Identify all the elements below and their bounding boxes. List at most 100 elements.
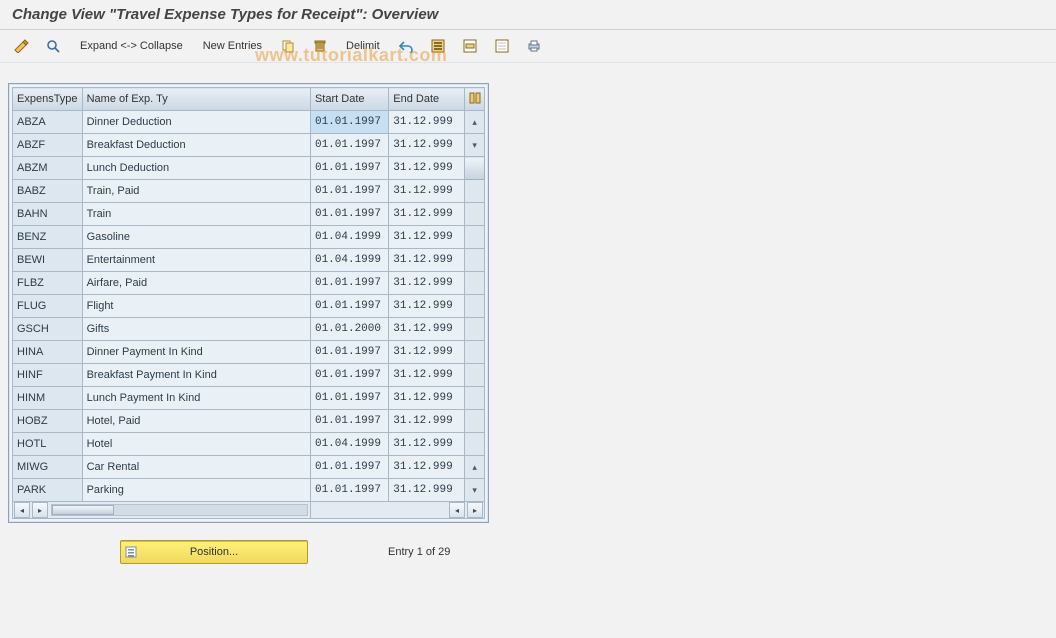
- table-row[interactable]: GSCHGifts01.01.200031.12.999: [13, 318, 485, 341]
- cell-expense-type[interactable]: HINF: [13, 364, 83, 387]
- col-header-start-date[interactable]: Start Date: [310, 88, 388, 111]
- cell-expense-type[interactable]: PARK: [13, 479, 83, 502]
- vscroll-track[interactable]: [465, 433, 485, 456]
- vscroll-track[interactable]: [465, 295, 485, 318]
- cell-start-date[interactable]: 01.01.1997: [310, 295, 388, 318]
- cell-name[interactable]: Dinner Payment In Kind: [82, 341, 310, 364]
- cell-start-date[interactable]: 01.01.1997: [310, 456, 388, 479]
- hscroll-left-btn-2[interactable]: ◂: [449, 502, 465, 518]
- vscroll-track[interactable]: [465, 387, 485, 410]
- cell-expense-type[interactable]: HINA: [13, 341, 83, 364]
- col-header-end-date[interactable]: End Date: [389, 88, 465, 111]
- cell-expense-type[interactable]: GSCH: [13, 318, 83, 341]
- vscroll-track[interactable]: [465, 341, 485, 364]
- table-row[interactable]: HOTLHotel01.04.199931.12.999: [13, 433, 485, 456]
- vscroll-track[interactable]: [465, 364, 485, 387]
- vscroll-thumb[interactable]: [465, 157, 485, 180]
- cell-expense-type[interactable]: FLBZ: [13, 272, 83, 295]
- table-row[interactable]: MIWGCar Rental01.01.199731.12.999▴: [13, 456, 485, 479]
- cell-start-date[interactable]: 01.04.1999: [310, 226, 388, 249]
- vscroll-track[interactable]: [465, 226, 485, 249]
- hscroll-track-left[interactable]: [51, 504, 308, 516]
- hscroll-right-btn[interactable]: ▸: [32, 502, 48, 518]
- cell-expense-type[interactable]: ABZF: [13, 134, 83, 157]
- cell-name[interactable]: Car Rental: [82, 456, 310, 479]
- cell-start-date[interactable]: 01.01.1997: [310, 203, 388, 226]
- hscroll-right-btn-2[interactable]: ▸: [467, 502, 483, 518]
- vscroll-track[interactable]: [465, 272, 485, 295]
- vscroll-up-icon[interactable]: ▴: [465, 111, 485, 134]
- vscroll-track[interactable]: [465, 203, 485, 226]
- cell-expense-type[interactable]: BENZ: [13, 226, 83, 249]
- cell-name[interactable]: Entertainment: [82, 249, 310, 272]
- cell-start-date[interactable]: 01.01.1997: [310, 134, 388, 157]
- delimit-button[interactable]: Delimit: [338, 40, 388, 52]
- cell-start-date[interactable]: 01.01.1997: [310, 341, 388, 364]
- cell-start-date[interactable]: 01.01.2000: [310, 318, 388, 341]
- table-row[interactable]: HINMLunch Payment In Kind01.01.199731.12…: [13, 387, 485, 410]
- cell-end-date[interactable]: 31.12.999: [389, 295, 465, 318]
- cell-name[interactable]: Train, Paid: [82, 180, 310, 203]
- print-icon[interactable]: [520, 36, 548, 56]
- cell-expense-type[interactable]: BABZ: [13, 180, 83, 203]
- cell-start-date[interactable]: 01.01.1997: [310, 180, 388, 203]
- cell-name[interactable]: Lunch Payment In Kind: [82, 387, 310, 410]
- cell-start-date[interactable]: 01.01.1997: [310, 111, 388, 134]
- cell-end-date[interactable]: 31.12.999: [389, 456, 465, 479]
- hscroll-thumb-left[interactable]: [52, 505, 114, 515]
- table-row[interactable]: BENZGasoline01.04.199931.12.999: [13, 226, 485, 249]
- table-row[interactable]: HINFBreakfast Payment In Kind01.01.19973…: [13, 364, 485, 387]
- cell-end-date[interactable]: 31.12.999: [389, 226, 465, 249]
- cell-name[interactable]: Flight: [82, 295, 310, 318]
- other-view-icon[interactable]: [40, 36, 68, 56]
- cell-start-date[interactable]: 01.01.1997: [310, 479, 388, 502]
- cell-name[interactable]: Airfare, Paid: [82, 272, 310, 295]
- cell-end-date[interactable]: 31.12.999: [389, 341, 465, 364]
- vscroll-track[interactable]: [465, 410, 485, 433]
- cell-end-date[interactable]: 31.12.999: [389, 134, 465, 157]
- cell-start-date[interactable]: 01.01.1997: [310, 272, 388, 295]
- cell-name[interactable]: Lunch Deduction: [82, 157, 310, 180]
- cell-name[interactable]: Train: [82, 203, 310, 226]
- vscroll-track[interactable]: [465, 249, 485, 272]
- cell-end-date[interactable]: 31.12.999: [389, 157, 465, 180]
- cell-name[interactable]: Parking: [82, 479, 310, 502]
- cell-end-date[interactable]: 31.12.999: [389, 364, 465, 387]
- vscroll-track[interactable]: [465, 318, 485, 341]
- cell-name[interactable]: Breakfast Payment In Kind: [82, 364, 310, 387]
- cell-name[interactable]: Breakfast Deduction: [82, 134, 310, 157]
- cell-expense-type[interactable]: FLUG: [13, 295, 83, 318]
- hscroll-right-group[interactable]: ◂ ▸: [311, 502, 484, 518]
- col-header-expense-type[interactable]: ExpensType: [13, 88, 83, 111]
- cell-end-date[interactable]: 31.12.999: [389, 203, 465, 226]
- cell-name[interactable]: Gasoline: [82, 226, 310, 249]
- vscroll-down-icon-bottom[interactable]: ▾: [465, 479, 485, 502]
- cell-expense-type[interactable]: HOBZ: [13, 410, 83, 433]
- table-row[interactable]: BABZTrain, Paid01.01.199731.12.999: [13, 180, 485, 203]
- table-row[interactable]: BAHNTrain01.01.199731.12.999: [13, 203, 485, 226]
- expand-collapse-button[interactable]: Expand <-> Collapse: [72, 40, 191, 52]
- table-row[interactable]: BEWIEntertainment01.04.199931.12.999: [13, 249, 485, 272]
- configure-columns-icon[interactable]: [465, 88, 485, 111]
- cell-end-date[interactable]: 31.12.999: [389, 433, 465, 456]
- select-all-icon[interactable]: [424, 36, 452, 56]
- table-row[interactable]: ABZADinner Deduction01.01.199731.12.999▴: [13, 111, 485, 134]
- cell-expense-type[interactable]: BAHN: [13, 203, 83, 226]
- deselect-all-icon[interactable]: [488, 36, 516, 56]
- cell-end-date[interactable]: 31.12.999: [389, 387, 465, 410]
- cell-name[interactable]: Hotel: [82, 433, 310, 456]
- cell-name[interactable]: Dinner Deduction: [82, 111, 310, 134]
- cell-name[interactable]: Hotel, Paid: [82, 410, 310, 433]
- cell-start-date[interactable]: 01.01.1997: [310, 364, 388, 387]
- col-header-name[interactable]: Name of Exp. Ty: [82, 88, 310, 111]
- cell-expense-type[interactable]: MIWG: [13, 456, 83, 479]
- table-row[interactable]: FLUGFlight01.01.199731.12.999: [13, 295, 485, 318]
- select-block-icon[interactable]: [456, 36, 484, 56]
- hscroll-left-btn[interactable]: ◂: [14, 502, 30, 518]
- undo-change-icon[interactable]: [392, 36, 420, 56]
- cell-name[interactable]: Gifts: [82, 318, 310, 341]
- cell-start-date[interactable]: 01.01.1997: [310, 157, 388, 180]
- table-row[interactable]: PARKParking01.01.199731.12.999▾: [13, 479, 485, 502]
- cell-expense-type[interactable]: HOTL: [13, 433, 83, 456]
- cell-end-date[interactable]: 31.12.999: [389, 272, 465, 295]
